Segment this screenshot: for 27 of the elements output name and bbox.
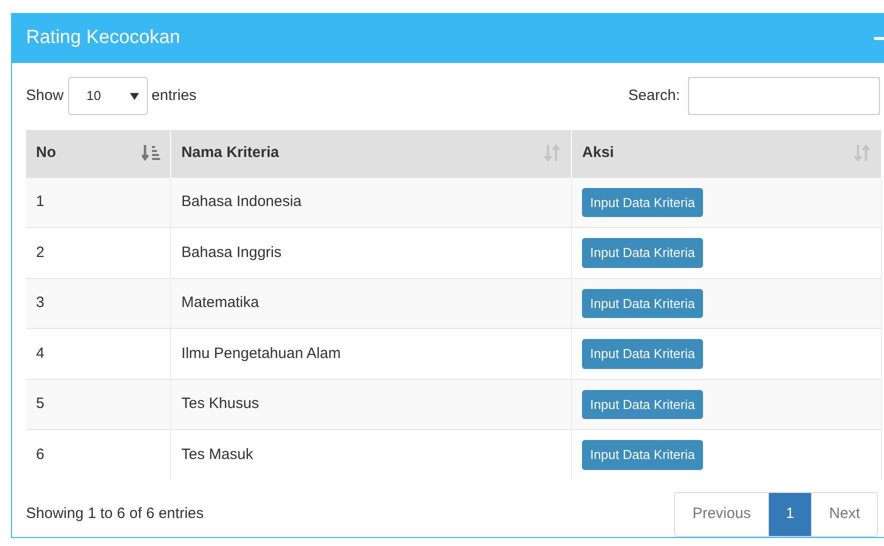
panel-title: Rating Kecocokan [26,26,180,50]
caret-icon [130,92,139,100]
table-cell: Matematika [170,278,572,328]
entries-info: Showing 1 to 6 of 6 entries [26,504,204,524]
page-length-select[interactable]: 10 [68,77,148,115]
input-data-button[interactable]: Input Data Kriteria [582,238,703,268]
search-label: Search: [628,86,680,106]
entries-label: entries [152,86,197,106]
minus-icon [874,36,884,40]
table-cell: 5 [26,379,171,430]
table-cell: 6 [26,430,171,480]
input-data-button[interactable]: Input Data Kriteria [582,339,703,368]
column-label: No [36,143,56,163]
table-cell: 1 [26,177,171,228]
input-data-button[interactable]: Input Data Kriteria [582,288,703,318]
table-cell: 3 [26,278,171,328]
table-cell: Tes Masuk [170,430,572,480]
column-label: Aksi [582,143,614,163]
search-field[interactable] [688,77,880,115]
input-data-button[interactable]: Input Data Kriteria [582,440,703,470]
show-label: Show [26,86,64,106]
input-data-button[interactable]: Input Data Kriteria [582,188,703,217]
input-data-button[interactable]: Input Data Kriteria [582,390,703,419]
column-label: Nama Kriteria [181,143,279,163]
table-cell: Tes Khusus [170,379,572,430]
page-button[interactable]: 1 [768,493,812,536]
table-cell: Bahasa Indonesia [170,177,572,228]
